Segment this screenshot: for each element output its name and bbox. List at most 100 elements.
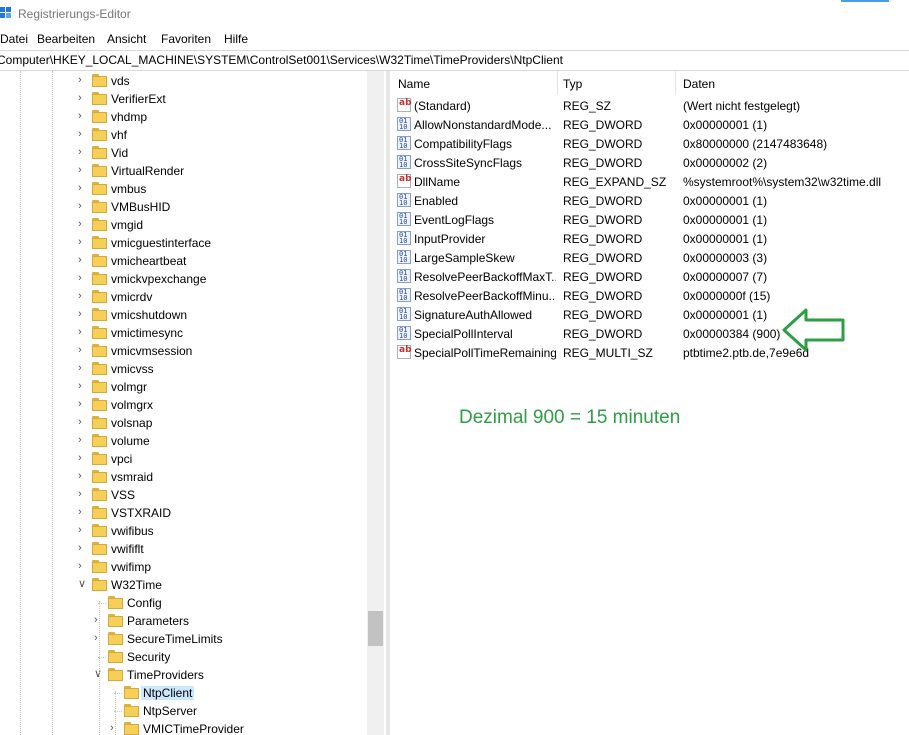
tree-item[interactable]: › vds bbox=[0, 72, 367, 90]
tree-item[interactable]: › VerifierExt bbox=[0, 90, 367, 108]
tree-item[interactable]: › VMICTimeProvider bbox=[0, 720, 367, 735]
tree-scrollbar[interactable] bbox=[367, 71, 384, 735]
chevron-right-icon[interactable]: › bbox=[78, 506, 86, 518]
chevron-right-icon[interactable]: › bbox=[78, 344, 86, 356]
chevron-right-icon[interactable]: › bbox=[78, 182, 86, 194]
tree-item[interactable]: NtpClient bbox=[0, 684, 367, 702]
chevron-right-icon[interactable]: › bbox=[78, 164, 86, 176]
value-row[interactable]: 01 10 InputProvider REG_DWORD 0x00000001 (1) bbox=[391, 229, 909, 248]
menu-hilfe[interactable]: Hilfe bbox=[224, 32, 248, 46]
chevron-right-icon[interactable]: › bbox=[78, 542, 86, 554]
tree-item[interactable]: › vmicrdv bbox=[0, 288, 367, 306]
value-row[interactable]: 01 10 AllowNonstandardMode... REG_DWORD 0x00… bbox=[391, 115, 909, 134]
chevron-right-icon[interactable]: › bbox=[78, 254, 86, 266]
chevron-down-icon[interactable]: ∨ bbox=[78, 578, 86, 590]
chevron-right-icon[interactable]: › bbox=[78, 308, 86, 320]
tree-item[interactable]: › vmictimesync bbox=[0, 324, 367, 342]
tree-item[interactable]: Config bbox=[0, 594, 367, 612]
folder-icon bbox=[92, 200, 107, 213]
chevron-right-icon[interactable]: › bbox=[78, 452, 86, 464]
tree-item[interactable]: Security bbox=[0, 648, 367, 666]
value-row[interactable]: 01 10 ResolvePeerBackoffMaxT... REG_DWORD 0x… bbox=[391, 267, 909, 286]
chevron-right-icon[interactable]: › bbox=[78, 560, 86, 572]
pane-splitter[interactable] bbox=[386, 71, 390, 735]
tree-item[interactable]: › vpci bbox=[0, 450, 367, 468]
tree-item[interactable]: › VMBusHID bbox=[0, 198, 367, 216]
tree-item[interactable]: › vsmraid bbox=[0, 468, 367, 486]
chevron-right-icon[interactable]: › bbox=[78, 398, 86, 410]
menu-ansicht[interactable]: Ansicht bbox=[107, 32, 146, 46]
chevron-right-icon[interactable]: › bbox=[78, 524, 86, 536]
window-control-highlight[interactable] bbox=[841, 0, 889, 2]
tree-item[interactable]: › VSTXRAID bbox=[0, 504, 367, 522]
column-header-type[interactable]: Typ bbox=[563, 77, 582, 91]
value-row[interactable]: 01 10 CrossSiteSyncFlags REG_DWORD 0x0000000… bbox=[391, 153, 909, 172]
tree-item[interactable]: › VirtualRender bbox=[0, 162, 367, 180]
key-tree[interactable]: › vds › VerifierExt › vhdmp › vhf › Vid › VirtualRe… bbox=[0, 71, 386, 735]
tree-item[interactable]: › SecureTimeLimits bbox=[0, 630, 367, 648]
chevron-right-icon[interactable]: › bbox=[94, 614, 102, 626]
value-row[interactable]: 01 10 ResolvePeerBackoffMinu... REG_DWORD 0x… bbox=[391, 286, 909, 305]
address-bar[interactable]: Computer\HKEY_LOCAL_MACHINE\SYSTEM\Contr… bbox=[0, 50, 909, 71]
tree-item[interactable]: › vwififlt bbox=[0, 540, 367, 558]
tree-item[interactable]: ∨ TimeProviders bbox=[0, 666, 367, 684]
tree-scrollbar-thumb[interactable] bbox=[368, 611, 383, 646]
column-header-data[interactable]: Daten bbox=[683, 77, 715, 91]
chevron-right-icon[interactable]: › bbox=[78, 110, 86, 122]
value-row[interactable]: 01 10 CompatibilityFlags REG_DWORD 0x8000000… bbox=[391, 134, 909, 153]
tree-item[interactable]: › vmicvss bbox=[0, 360, 367, 378]
address-path[interactable]: Computer\HKEY_LOCAL_MACHINE\SYSTEM\Contr… bbox=[0, 53, 563, 67]
chevron-right-icon[interactable]: › bbox=[78, 128, 86, 140]
chevron-right-icon[interactable]: › bbox=[78, 326, 86, 338]
chevron-down-icon[interactable]: ∨ bbox=[94, 668, 102, 680]
tree-item[interactable]: › vmickvpexchange bbox=[0, 270, 367, 288]
tree-item[interactable]: › Parameters bbox=[0, 612, 367, 630]
tree-item[interactable]: › volmgrx bbox=[0, 396, 367, 414]
tree-item[interactable]: › Vid bbox=[0, 144, 367, 162]
tree-item[interactable]: › vmicshutdown bbox=[0, 306, 367, 324]
chevron-right-icon[interactable]: › bbox=[78, 380, 86, 392]
tree-item[interactable]: › vmicvmsession bbox=[0, 342, 367, 360]
tree-item[interactable]: ∨ W32Time bbox=[0, 576, 367, 594]
chevron-right-icon[interactable]: › bbox=[78, 290, 86, 302]
chevron-right-icon[interactable]: › bbox=[94, 632, 102, 644]
tree-item[interactable]: › vwifimp bbox=[0, 558, 367, 576]
chevron-right-icon[interactable]: › bbox=[78, 488, 86, 500]
tree-item[interactable]: › vmicguestinterface bbox=[0, 234, 367, 252]
chevron-right-icon[interactable]: › bbox=[78, 416, 86, 428]
tree-item[interactable]: › volsnap bbox=[0, 414, 367, 432]
chevron-right-icon[interactable]: › bbox=[78, 200, 86, 212]
value-row[interactable]: 01 10 LargeSampleSkew REG_DWORD 0x00000003 (… bbox=[391, 248, 909, 267]
value-row[interactable]: 01 10 EventLogFlags REG_DWORD 0x00000001 (1) bbox=[391, 210, 909, 229]
tree-item-label: VMBusHID bbox=[111, 200, 171, 214]
menu-favoriten[interactable]: Favoriten bbox=[161, 32, 211, 46]
value-row[interactable]: ab (Standard) REG_SZ (Wert nicht festgelegt… bbox=[391, 96, 909, 115]
tree-item[interactable]: › vmbus bbox=[0, 180, 367, 198]
column-separator[interactable] bbox=[557, 71, 558, 95]
tree-item[interactable]: › vmgid bbox=[0, 216, 367, 234]
chevron-right-icon[interactable]: › bbox=[78, 146, 86, 158]
column-separator[interactable] bbox=[675, 71, 676, 95]
chevron-right-icon[interactable]: › bbox=[78, 236, 86, 248]
chevron-right-icon[interactable]: › bbox=[78, 218, 86, 230]
tree-item[interactable]: › vhf bbox=[0, 126, 367, 144]
tree-item[interactable]: › vwifibus bbox=[0, 522, 367, 540]
chevron-right-icon[interactable]: › bbox=[78, 74, 86, 86]
chevron-right-icon[interactable]: › bbox=[78, 434, 86, 446]
column-header-name[interactable]: Name bbox=[398, 77, 430, 91]
value-row[interactable]: ab DllName REG_EXPAND_SZ %systemroot%\syste… bbox=[391, 172, 909, 191]
tree-item[interactable]: › volmgr bbox=[0, 378, 367, 396]
tree-item[interactable]: › VSS bbox=[0, 486, 367, 504]
tree-item[interactable]: NtpServer bbox=[0, 702, 367, 720]
chevron-right-icon[interactable]: › bbox=[78, 470, 86, 482]
tree-item[interactable]: › volume bbox=[0, 432, 367, 450]
menu-datei[interactable]: Datei bbox=[0, 32, 28, 46]
tree-item[interactable]: › vhdmp bbox=[0, 108, 367, 126]
menu-bearbeiten[interactable]: Bearbeiten bbox=[37, 32, 95, 46]
chevron-right-icon[interactable]: › bbox=[78, 92, 86, 104]
chevron-right-icon[interactable]: › bbox=[78, 272, 86, 284]
tree-item[interactable]: › vmicheartbeat bbox=[0, 252, 367, 270]
chevron-right-icon[interactable]: › bbox=[78, 362, 86, 374]
value-row[interactable]: 01 10 Enabled REG_DWORD 0x00000001 (1) bbox=[391, 191, 909, 210]
chevron-right-icon[interactable]: › bbox=[110, 722, 118, 734]
